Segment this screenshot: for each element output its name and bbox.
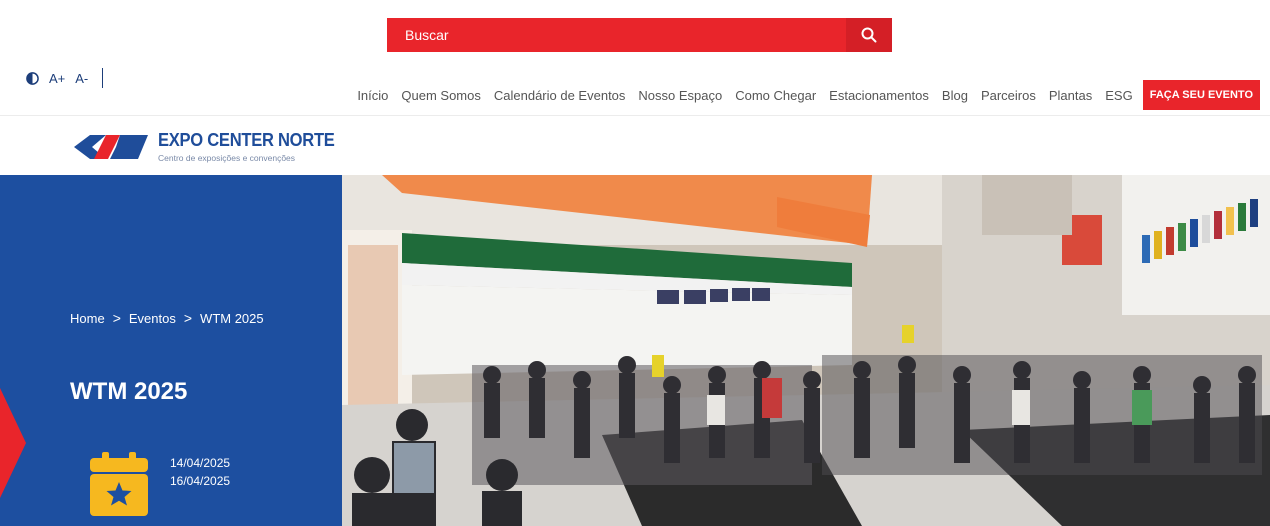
nav-item-quem-somos[interactable]: Quem Somos xyxy=(401,88,480,103)
logo-subtitle: Centro de exposições e convenções xyxy=(158,153,296,163)
contrast-icon[interactable] xyxy=(26,71,39,85)
event-start-date: 14/04/2025 xyxy=(170,456,231,470)
expo-center-norte-logo-mark xyxy=(74,134,148,159)
breadcrumb-separator: > xyxy=(183,310,193,326)
hero-accent-arrow xyxy=(0,388,26,498)
logo-title: EXPO CENTER NORTE xyxy=(158,130,335,150)
search-icon xyxy=(861,27,877,43)
divider xyxy=(102,68,104,88)
font-decrease-button[interactable]: A- xyxy=(75,71,88,86)
calendar-star-icon xyxy=(90,452,148,516)
faca-seu-evento-button[interactable]: FAÇA SEU EVENTO xyxy=(1142,80,1260,110)
nav-item-inicio[interactable]: Início xyxy=(357,88,388,103)
event-title: WTM 2025 xyxy=(70,378,188,405)
search-bar xyxy=(387,18,892,52)
nav-item-parceiros[interactable]: Parceiros xyxy=(981,88,1036,103)
nav-item-esg[interactable]: ESG xyxy=(1105,88,1132,103)
hero-photo-illustration xyxy=(342,175,1270,526)
nav-item-estacionamentos[interactable]: Estacionamentos xyxy=(829,88,929,103)
nav-item-nosso-espaco[interactable]: Nosso Espaço xyxy=(638,88,722,103)
nav-item-plantas[interactable]: Plantas xyxy=(1049,88,1092,103)
site-logo[interactable]: EXPO CENTER NORTE Centro de exposições e… xyxy=(70,130,350,163)
hero-photo xyxy=(342,175,1270,526)
search-button[interactable] xyxy=(846,18,892,52)
event-dates: 14/04/2025 16/04/2025 xyxy=(170,454,230,490)
breadcrumb: Home > Eventos > WTM 2025 xyxy=(70,310,264,326)
header-divider xyxy=(0,115,1270,116)
main-nav: Início Quem Somos Calendário de Eventos … xyxy=(344,80,1260,110)
font-increase-button[interactable]: A+ xyxy=(49,71,65,86)
breadcrumb-current: WTM 2025 xyxy=(200,310,264,326)
nav-item-calendario[interactable]: Calendário de Eventos xyxy=(494,88,626,103)
nav-item-blog[interactable]: Blog xyxy=(942,88,968,103)
logo-text: EXPO CENTER NORTE Centro de exposições e… xyxy=(158,130,350,163)
event-end-date: 16/04/2025 xyxy=(170,474,231,488)
breadcrumb-eventos[interactable]: Eventos xyxy=(129,311,176,326)
accessibility-controls: A+ A- xyxy=(26,68,104,88)
nav-item-como-chegar[interactable]: Como Chegar xyxy=(735,88,816,103)
breadcrumb-home[interactable]: Home xyxy=(70,311,105,326)
breadcrumb-separator: > xyxy=(112,310,121,326)
search-input[interactable] xyxy=(387,18,846,52)
